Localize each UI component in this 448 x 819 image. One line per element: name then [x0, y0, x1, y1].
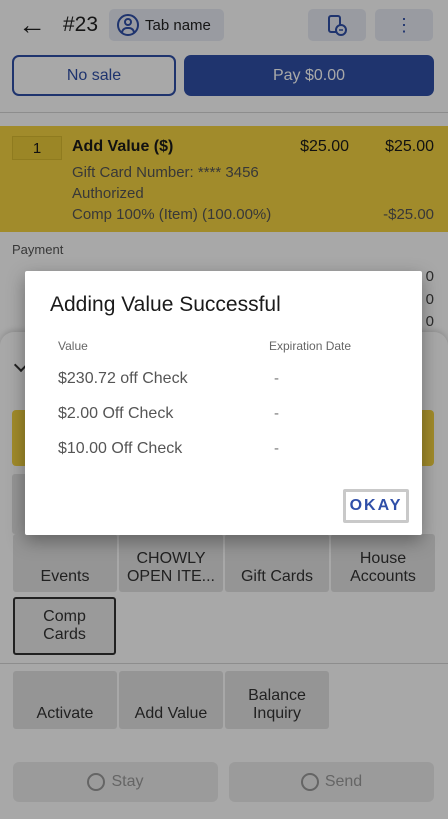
okay-button[interactable]: OKAY	[343, 489, 409, 523]
column-header-value: Value	[58, 339, 88, 353]
value-row-amount: $230.72 off Check	[58, 370, 188, 387]
value-row-amount: $10.00 Off Check	[58, 440, 183, 457]
dialog-title: Adding Value Successful	[50, 293, 281, 316]
value-row-expiration: -	[274, 440, 279, 457]
value-row-expiration: -	[274, 405, 279, 422]
adding-value-dialog: Adding Value Successful Value Expiration…	[25, 271, 422, 535]
column-header-expiration: Expiration Date	[269, 339, 352, 353]
value-row-expiration: -	[274, 370, 279, 387]
value-row-amount: $2.00 Off Check	[58, 405, 174, 422]
